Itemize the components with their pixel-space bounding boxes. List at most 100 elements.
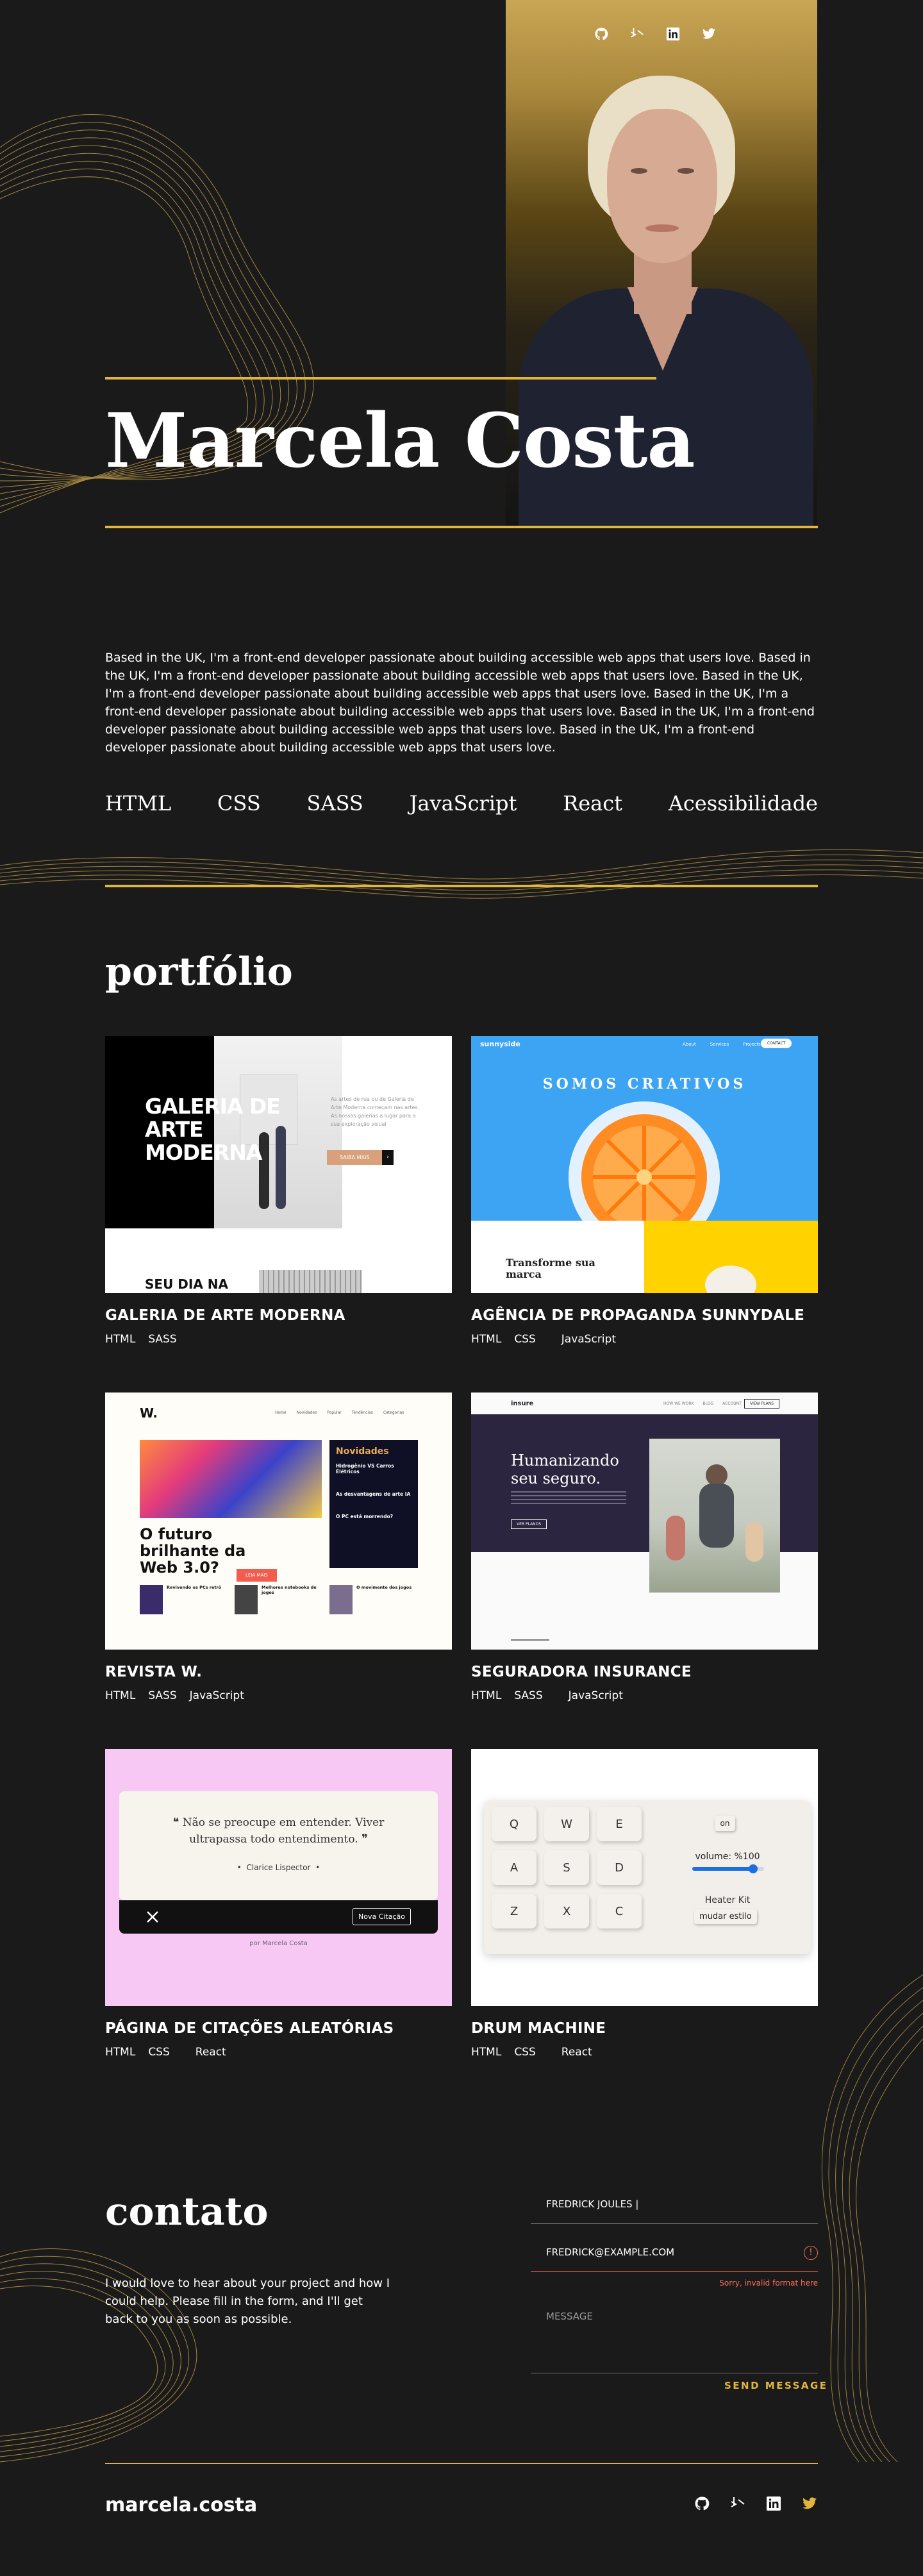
thumb-sidebar-title: Novidades [336, 1446, 389, 1457]
project-card-insure: insure HOW WE WORK BLOG ACCOUNT VIEW PLA… [471, 1393, 818, 1702]
project-tag: CSS [514, 2046, 536, 2059]
thumb-volume-slider [692, 1864, 764, 1873]
project-thumbnail-citacoes[interactable]: ❝ Não se preocupe em entender. Viver ult… [105, 1749, 452, 2006]
thumb-drum-pads: Q W E A S D Z X C [492, 1807, 642, 1928]
project-tag: HTML [105, 1333, 136, 1346]
thumb-ver-planos-button: VER PLANOS [511, 1519, 547, 1529]
email-error-message: Sorry, invalid format here [719, 2279, 818, 2287]
linkedin-icon[interactable] [665, 26, 681, 42]
thumb-contact-button: CONTACT [761, 1039, 792, 1048]
thumb-nav-item: Popular [327, 1410, 342, 1415]
project-title: REVISTA W. [105, 1664, 203, 1680]
x-logo-icon [147, 1911, 158, 1923]
name-input[interactable] [546, 2198, 818, 2210]
thumb-nav-item: ACCOUNT [722, 1401, 742, 1406]
thumb-family-photo [649, 1439, 780, 1593]
thumb-sub-heading: SEU DIA NA [145, 1276, 228, 1292]
twitter-icon[interactable] [701, 26, 717, 42]
right-eye-shape [678, 168, 694, 174]
gold-wave-decoration-middle [0, 849, 923, 899]
skill-item: CSS [217, 791, 261, 815]
skills-divider [105, 885, 818, 887]
project-title: DRUM MACHINE [471, 2020, 606, 2037]
send-message-button[interactable]: SEND MESSAGE [724, 2380, 828, 2391]
skills-list: HTML CSS SASS JavaScript React Acessibil… [105, 791, 818, 815]
thumb-headline: O futuro brilhante da Web 3.0? [140, 1526, 245, 1576]
hero-divider-top [105, 377, 656, 380]
bullet-icon: • [237, 1863, 247, 1872]
thumb-logo: W. [140, 1405, 158, 1421]
project-thumbnail-revista[interactable]: W. Home Novidades Popular Tendências Cat… [105, 1393, 452, 1650]
frontend-mentor-icon[interactable] [729, 2495, 746, 2512]
project-tag: React [561, 2046, 592, 2059]
project-card-drum: Q W E A S D Z X C on volume: %100 Heater… [471, 1749, 818, 2059]
hero-name: Marcela Costa [105, 397, 695, 485]
thumb-kit-label: Heater Kit [704, 1895, 751, 1905]
thumb-headline: Humanizando seu seguro. [511, 1451, 619, 1487]
footer-divider [105, 2463, 818, 2464]
project-tag: HTML [105, 2046, 136, 2059]
thumb-heading-line: GALERIA DE [145, 1094, 281, 1119]
thumb-subheadline-line: Transforme sua [506, 1257, 595, 1269]
thumb-nav-item: Categorias [383, 1410, 404, 1415]
thumb-nav: HOW WE WORK BLOG ACCOUNT [663, 1401, 742, 1406]
github-icon[interactable] [593, 26, 610, 42]
message-input[interactable] [546, 2311, 818, 2368]
drum-pad: W [544, 1807, 589, 1841]
chevron-right-icon: › [382, 1150, 394, 1165]
project-thumbnail-insure[interactable]: insure HOW WE WORK BLOG ACCOUNT VIEW PLA… [471, 1393, 818, 1650]
left-eye-shape [631, 168, 647, 174]
project-thumbnail-drum[interactable]: Q W E A S D Z X C on volume: %100 Heater… [471, 1749, 818, 2006]
thumb-heading-line: ARTE [145, 1117, 204, 1142]
thumb-architecture-photo [259, 1270, 362, 1293]
project-tags: HTML CSS React [105, 2046, 452, 2059]
project-card-galeria: GALERIA DE ARTE MODERNA As artes de rua … [105, 1036, 452, 1346]
project-title: SEGURADORA INSURANCE [471, 1664, 692, 1680]
thumb-saiba-mais-button: SAIBA MAIS › [327, 1150, 394, 1165]
project-tag: HTML [471, 2046, 502, 2059]
project-tags: HTML CSS React [471, 2046, 818, 2059]
project-thumbnail-galeria[interactable]: GALERIA DE ARTE MODERNA As artes de rua … [105, 1036, 452, 1293]
footer-social-links [694, 2495, 818, 2512]
thumb-nav-item: Services [710, 1042, 729, 1047]
thumb-bottom-list: Revivendo os PCs retrô Melhores notebook… [140, 1585, 413, 1614]
github-icon[interactable] [694, 2495, 710, 2512]
project-tag: HTML [471, 1333, 502, 1346]
drum-pad: E [597, 1807, 642, 1841]
quote-open-icon: ❝ [172, 1816, 179, 1829]
lips-shape [645, 224, 679, 232]
thumb-nav: Home Novidades Popular Tendências Catego… [275, 1410, 404, 1415]
thumb-heading: GALERIA DE ARTE MODERNA [145, 1094, 281, 1165]
thumb-hero-image [140, 1440, 322, 1518]
project-tag: SASS [148, 1333, 177, 1346]
linkedin-icon[interactable] [765, 2495, 782, 2512]
project-thumbnail-sunnyside[interactable]: sunnyside About Services Projects CONTAC… [471, 1036, 818, 1293]
thumb-nav-item: BLOG [703, 1401, 714, 1406]
gold-wave-decoration-bottom-left [0, 2248, 197, 2463]
thumb-button-label: SAIBA MAIS [327, 1150, 383, 1165]
thumb-switch-button: mudar estilo [694, 1909, 757, 1924]
thumb-sidebar-item: Hidrogênio VS Carros Elétricos [336, 1463, 394, 1475]
thumb-sidebar-item: O PC está morrendo? [336, 1514, 394, 1519]
thumb-quote-bar: Nova Citação [119, 1900, 438, 1934]
twitter-icon[interactable] [801, 2495, 818, 2512]
frontend-mentor-icon[interactable] [629, 26, 645, 42]
thumb-nav-item: HOW WE WORK [663, 1401, 694, 1406]
email-field: ! [531, 2241, 818, 2272]
thumb-orange-illustration [569, 1101, 720, 1235]
header-social-links [593, 26, 717, 42]
thumb-bottom-item: Revivendo os PCs retrô [167, 1585, 222, 1590]
thumb-nav-item: Tendências [351, 1410, 373, 1415]
intro-text: Based in the UK, I'm a front-end develop… [105, 651, 815, 755]
portfolio-title: portfólio [105, 949, 293, 994]
thumb-quote: Não se preocupe em entender. Viver ultra… [182, 1816, 385, 1846]
thumb-nav-item: Projects [743, 1042, 761, 1047]
thumb-sidebar-item: As desvantagens de arte IA [336, 1491, 411, 1497]
email-input[interactable] [546, 2246, 818, 2258]
thumb-heading-line: MODERNA [145, 1140, 262, 1165]
project-tag: HTML [105, 1689, 136, 1702]
project-tag: JavaScript [568, 1689, 623, 1702]
thumb-credit: por Marcela Costa [249, 1940, 308, 1947]
name-field [531, 2193, 818, 2224]
thumb-sidebar: Novidades Hidrogênio VS Carros Elétricos… [329, 1440, 418, 1568]
